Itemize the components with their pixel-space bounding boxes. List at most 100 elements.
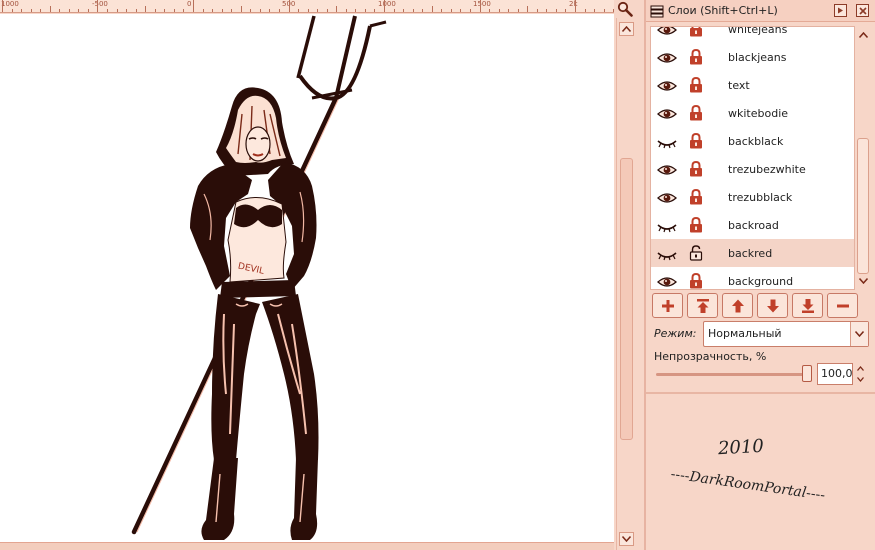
canvas-vertical-scrollbar[interactable] (616, 18, 636, 550)
scroll-down-button[interactable] (619, 532, 634, 546)
lower-to-bottom-button[interactable] (792, 293, 823, 318)
ruler-tick (365, 9, 366, 12)
layer-name[interactable]: wkitebodie (728, 107, 788, 120)
ruler-tick (480, 0, 481, 12)
layer-name[interactable]: backblack (728, 135, 783, 148)
blend-mode-value: Нормальный (708, 327, 782, 340)
layer-row[interactable]: backroad (651, 211, 854, 239)
ruler-tick (441, 9, 442, 12)
lock-toggle[interactable] (689, 188, 703, 209)
visibility-toggle[interactable] (657, 50, 677, 69)
padlock-closed-icon (690, 27, 702, 37)
visibility-toggle[interactable] (657, 134, 677, 153)
layer-scroll-down-button[interactable] (856, 274, 870, 288)
eye-icon (657, 277, 677, 287)
layer-row[interactable]: text (651, 71, 854, 99)
layer-row[interactable]: trezubblack (651, 183, 854, 211)
layer-name[interactable]: backroad (728, 219, 779, 232)
layer-name[interactable]: trezubezwhite (728, 163, 806, 176)
lock-toggle[interactable] (689, 27, 703, 41)
zoom-button[interactable] (614, 0, 636, 18)
visibility-toggle[interactable] (657, 190, 677, 209)
ruler-tick (69, 9, 70, 12)
layer-name[interactable]: trezubblack (728, 191, 792, 204)
ruler-tick (394, 9, 395, 12)
ruler-tick (585, 9, 586, 12)
opacity-slider-handle[interactable] (802, 365, 812, 382)
lower-to-bottom-icon (801, 298, 814, 313)
visibility-toggle[interactable] (657, 218, 677, 237)
ruler-tick (518, 9, 519, 12)
layer-row[interactable]: backred (651, 239, 854, 267)
lock-toggle[interactable] (689, 104, 703, 125)
ruler-tick (50, 6, 51, 12)
lock-toggle[interactable] (689, 132, 703, 153)
ruler-label: 0 (187, 0, 192, 8)
visibility-toggle[interactable] (657, 246, 677, 265)
arrow-up-icon (731, 299, 744, 312)
chevron-up-icon (858, 32, 868, 38)
lock-toggle[interactable] (689, 76, 703, 97)
opacity-slider-track[interactable] (656, 373, 810, 376)
ruler-tick (556, 9, 557, 12)
layer-row[interactable]: trezubezwhite (651, 155, 854, 183)
arrow-down-icon (766, 299, 779, 312)
layer-name[interactable]: whitejeans (728, 27, 787, 36)
lock-toggle[interactable] (689, 160, 703, 181)
layer-toolbar (650, 293, 870, 319)
layer-row[interactable]: blackjeans (651, 43, 854, 71)
play-icon (838, 7, 843, 14)
visibility-toggle[interactable] (657, 27, 677, 41)
ruler-tick (317, 9, 318, 12)
dropdown-button[interactable] (850, 322, 868, 346)
layer-scroll-thumb[interactable] (857, 138, 869, 274)
ruler-tick (432, 6, 433, 12)
lock-toggle[interactable] (689, 245, 703, 265)
layer-row[interactable]: backblack (651, 127, 854, 155)
horizontal-scrollbar[interactable] (0, 542, 614, 550)
layer-row[interactable]: background (651, 267, 854, 289)
padlock-closed-icon (690, 160, 702, 177)
visibility-toggle[interactable] (657, 106, 677, 125)
opacity-label: Непрозрачность, % (654, 350, 767, 363)
layer-scroll-up-button[interactable] (856, 28, 870, 42)
delete-layer-button[interactable] (827, 293, 858, 318)
add-layer-button[interactable] (652, 293, 683, 318)
layer-row[interactable]: wkitebodie (651, 99, 854, 127)
blend-mode-label: Режим: (654, 327, 697, 340)
signature-brand: ----DarkRoomPortal---- (669, 466, 827, 504)
layer-name[interactable]: text (728, 79, 750, 92)
artwork-devil-girl: DEVIL (131, 15, 387, 540)
horizontal-ruler[interactable]: 1000 -500 0 500 1000 1500 2k (0, 0, 614, 13)
lock-toggle[interactable] (689, 48, 703, 69)
chevron-down-icon[interactable] (857, 377, 864, 382)
raise-layer-button[interactable] (722, 293, 753, 318)
layer-list[interactable]: whitejeans blackjeans text wkitebodie backbl… (650, 26, 855, 290)
scroll-thumb[interactable] (620, 158, 633, 440)
layer-list-scrollbar[interactable] (855, 26, 871, 290)
ruler-label: -500 (92, 0, 108, 8)
opacity-spinner[interactable] (854, 363, 867, 385)
chevron-up-icon[interactable] (857, 366, 864, 371)
visibility-toggle[interactable] (657, 274, 677, 289)
visibility-toggle[interactable] (657, 78, 677, 97)
panel-close-button[interactable] (856, 4, 869, 17)
lock-toggle[interactable] (689, 216, 703, 237)
visibility-toggle[interactable] (657, 162, 677, 181)
raise-to-top-button[interactable] (687, 293, 718, 318)
layer-name[interactable]: background (728, 275, 793, 288)
ruler-tick (575, 0, 576, 12)
drawing-canvas[interactable]: DEVIL (0, 14, 614, 542)
opacity-input[interactable]: 100,0 (817, 363, 853, 385)
lower-layer-button[interactable] (757, 293, 788, 318)
layer-name[interactable]: blackjeans (728, 51, 786, 64)
scroll-up-button[interactable] (619, 22, 634, 36)
panel-iconify-button[interactable] (834, 4, 847, 17)
layer-row[interactable]: whitejeans (651, 27, 854, 43)
ruler-tick (279, 9, 280, 12)
layer-name[interactable]: backred (728, 247, 772, 260)
lock-toggle[interactable] (689, 272, 703, 289)
ruler-tick (604, 9, 605, 12)
blend-mode-select[interactable]: Нормальный (703, 321, 869, 347)
ruler-tick (241, 6, 242, 12)
